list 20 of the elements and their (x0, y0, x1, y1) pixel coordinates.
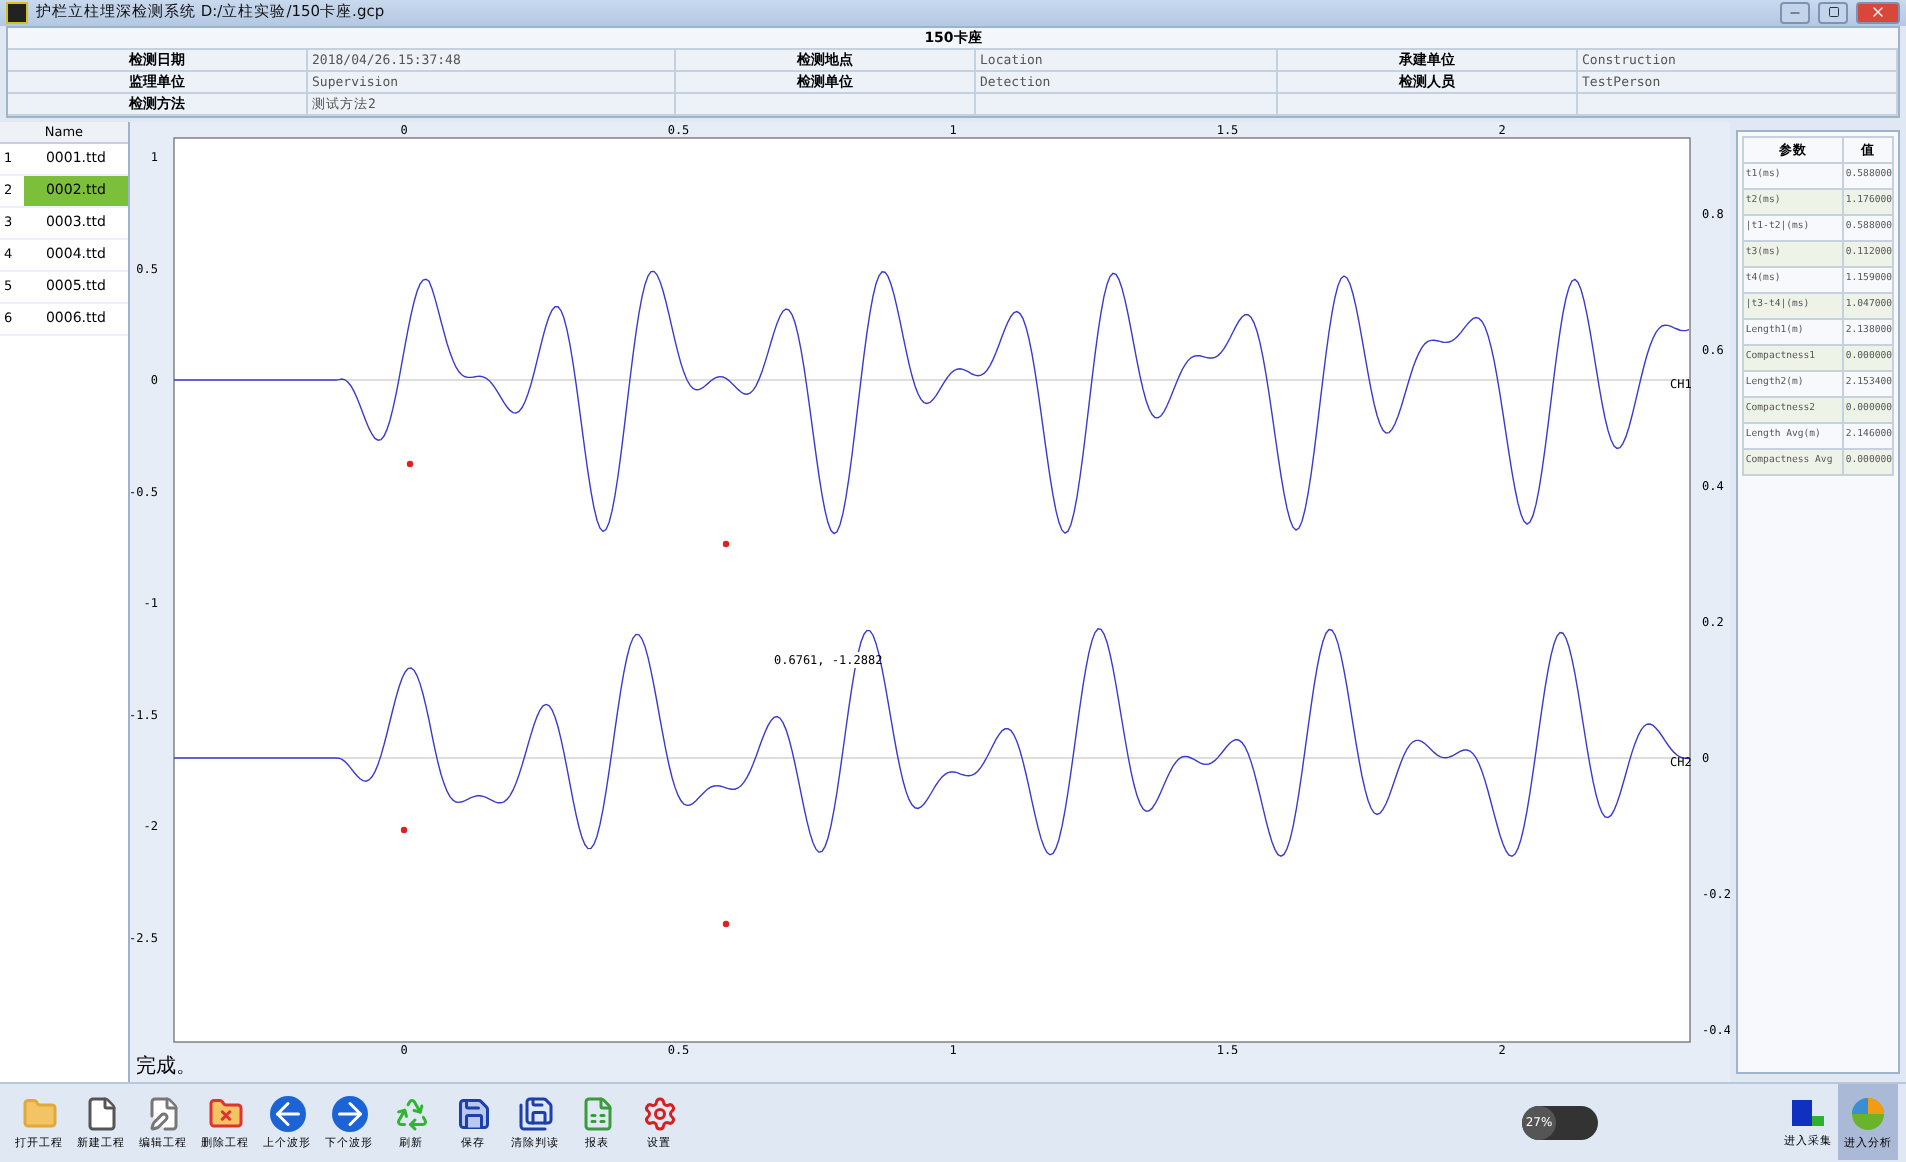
device-icon (1790, 1097, 1826, 1130)
delete-folder-icon (207, 1095, 243, 1132)
gear-icon (641, 1095, 677, 1132)
marker-dot (722, 920, 729, 927)
recycle-icon (393, 1095, 429, 1132)
maximize-button[interactable] (1818, 1, 1848, 24)
folder-icon (21, 1095, 57, 1132)
status-text: 完成。 (133, 1053, 198, 1082)
marker-dot (400, 826, 407, 833)
close-icon (1870, 4, 1886, 21)
edit-document-icon (145, 1095, 181, 1132)
marker-dot (722, 540, 729, 547)
save-edit-icon (517, 1095, 553, 1132)
maximize-icon (1827, 6, 1839, 19)
app-icon (6, 1, 28, 24)
document-icon (83, 1095, 119, 1132)
pie-chart-icon (1850, 1095, 1886, 1132)
spreadsheet-icon (579, 1095, 615, 1132)
marker-dot (406, 460, 413, 467)
save-icon (455, 1095, 491, 1132)
